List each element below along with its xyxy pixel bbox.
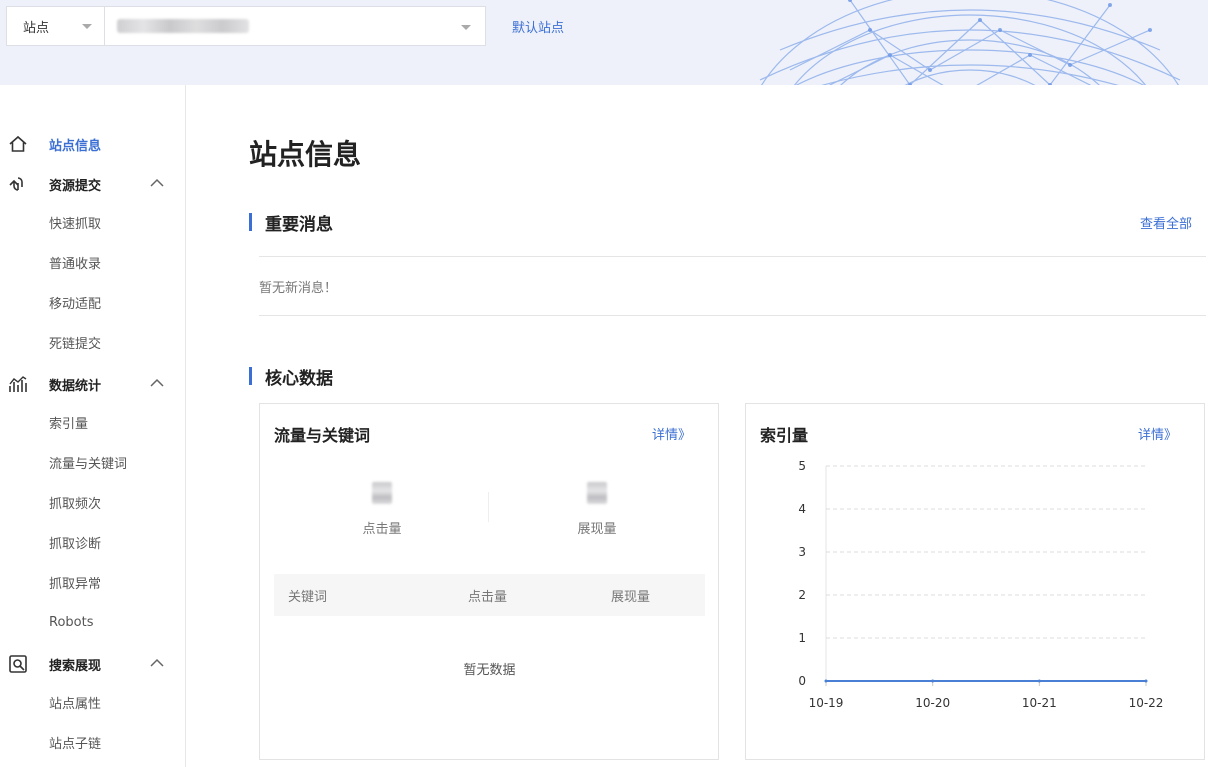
selector-type-label: 站点 xyxy=(23,20,50,36)
y-tick-label: 5 xyxy=(798,459,806,473)
data-point xyxy=(1144,679,1148,683)
table-header-row: 关键词 点击量 展现量 xyxy=(274,574,705,616)
impressions-label: 展现量 xyxy=(577,522,617,537)
sidebar-item-label: 死链提交 xyxy=(49,336,102,352)
sidebar-nav: 站点信息 资源提交 快速抓取 普通收录 移动适配 死链提交 数据统计 索引量 流… xyxy=(0,85,186,767)
index-volume-chart: 0 1 2 3 4 5 10-19 10-20 10-21 10-22 xyxy=(798,459,1164,710)
traffic-detail-link[interactable]: 详情》 xyxy=(652,424,691,443)
sidebar-group-search-display[interactable]: 搜索展现 xyxy=(0,644,185,684)
redacted-clicks-value xyxy=(372,482,392,504)
x-tick-label: 10-22 xyxy=(1129,696,1164,710)
x-tick-label: 10-19 xyxy=(809,696,844,710)
caret-down-icon xyxy=(82,24,92,29)
search-display-icon xyxy=(9,655,27,673)
column-header-keyword[interactable]: 关键词 xyxy=(288,586,327,605)
chevron-up-icon xyxy=(150,378,164,387)
selector-type-dropdown[interactable]: 站点 xyxy=(7,7,105,45)
sidebar-item-label: 站点属性 xyxy=(49,696,102,712)
sidebar-group-resource-submit[interactable]: 资源提交 xyxy=(0,164,185,204)
site-dropdown[interactable] xyxy=(105,7,485,45)
impressions-metric: 展现量 xyxy=(537,482,657,537)
y-tick-label: 4 xyxy=(798,502,806,516)
keywords-table: 关键词 点击量 展现量 暂无数据 xyxy=(274,574,705,678)
sidebar-item-traffic-keywords[interactable]: 流量与关键词 xyxy=(0,442,185,482)
sidebar-item-site-attributes[interactable]: 站点属性 xyxy=(0,682,185,722)
sidebar-item-label: 移动适配 xyxy=(49,296,102,312)
sidebar-item-site-info[interactable]: 站点信息 xyxy=(0,124,185,164)
clicks-label: 点击量 xyxy=(362,522,402,537)
top-header: 站点 默认站点 xyxy=(0,0,1208,85)
stats-icon xyxy=(9,376,27,392)
sidebar-item-index-volume[interactable]: 索引量 xyxy=(0,402,185,442)
sidebar-item-label: 流量与关键词 xyxy=(49,456,128,472)
sidebar-item-label: 站点子链 xyxy=(49,736,102,752)
metric-divider xyxy=(488,492,489,522)
section-title: 核心数据 xyxy=(265,368,333,389)
divider xyxy=(259,256,1206,257)
data-point xyxy=(824,679,828,683)
data-point xyxy=(931,679,935,683)
messages-empty-text: 暂无新消息！ xyxy=(259,281,338,296)
y-tick-label: 1 xyxy=(798,631,806,645)
sidebar-item-label: 数据统计 xyxy=(49,378,102,394)
link-submit-icon xyxy=(9,177,23,191)
sidebar-item-label: 索引量 xyxy=(49,416,89,432)
main-content: 站点信息 重要消息 查看全部 暂无新消息！ 核心数据 流量与关键词 详情》 点击… xyxy=(186,85,1208,767)
divider xyxy=(259,315,1206,316)
sidebar-item-label: 抓取频次 xyxy=(49,496,102,512)
sidebar-item-crawl-diagnosis[interactable]: 抓取诊断 xyxy=(0,522,185,562)
column-header-impressions[interactable]: 展现量 xyxy=(611,586,650,605)
chevron-up-icon xyxy=(150,658,164,667)
section-title: 重要消息 xyxy=(265,214,333,235)
sidebar-item-site-sublinks[interactable]: 站点子链 xyxy=(0,722,185,762)
traffic-keywords-card: 流量与关键词 详情》 点击量 展现量 关键词 点击量 展现量 暂无数据 xyxy=(259,403,719,760)
section-important-messages: 重要消息 xyxy=(249,212,333,235)
index-volume-card: 索引量 详情》 0 1 2 3 4 5 10-19 10-20 10-21 10-22 xyxy=(745,403,1205,760)
section-accent-bar xyxy=(249,213,252,231)
table-empty-text: 暂无数据 xyxy=(463,663,516,678)
sidebar-item-label: 抓取诊断 xyxy=(49,536,102,552)
clicks-metric: 点击量 xyxy=(322,482,442,537)
sidebar-item-label: 资源提交 xyxy=(49,178,102,194)
page-title: 站点信息 xyxy=(249,138,362,171)
sidebar-group-data-stats[interactable]: 数据统计 xyxy=(0,364,185,404)
section-accent-bar xyxy=(249,367,252,385)
redacted-site-url xyxy=(117,19,249,33)
globe-mesh-decoration xyxy=(759,0,1181,85)
caret-down-icon xyxy=(461,25,471,30)
sidebar-item-normal-index[interactable]: 普通收录 xyxy=(0,242,185,282)
sidebar-item-mobile-adapt[interactable]: 移动适配 xyxy=(0,282,185,322)
sidebar-item-robots[interactable]: Robots xyxy=(0,602,185,642)
x-tick-label: 10-21 xyxy=(1022,696,1057,710)
site-selector: 站点 xyxy=(6,6,486,46)
view-all-link[interactable]: 查看全部 xyxy=(1140,213,1192,232)
sidebar-item-label: 抓取异常 xyxy=(49,576,102,592)
sidebar-item-dead-link[interactable]: 死链提交 xyxy=(0,322,185,362)
data-point xyxy=(1037,679,1041,683)
home-icon xyxy=(9,135,27,152)
redacted-impressions-value xyxy=(587,482,607,504)
y-tick-label: 2 xyxy=(798,588,806,602)
sidebar-item-label: 站点信息 xyxy=(49,138,102,154)
sidebar-item-label: 快速抓取 xyxy=(49,216,102,232)
chevron-up-icon xyxy=(150,178,164,187)
y-tick-label: 0 xyxy=(798,674,806,688)
sidebar-item-label: 搜索展现 xyxy=(49,658,102,674)
sidebar-item-fast-crawl[interactable]: 快速抓取 xyxy=(0,202,185,242)
sidebar-item-label: 普通收录 xyxy=(49,256,102,272)
section-core-data: 核心数据 xyxy=(249,366,333,389)
sidebar-item-crawl-frequency[interactable]: 抓取频次 xyxy=(0,482,185,522)
y-tick-label: 3 xyxy=(798,545,806,559)
default-site-link[interactable]: 默认站点 xyxy=(512,17,564,36)
x-tick-label: 10-20 xyxy=(915,696,950,710)
column-header-clicks[interactable]: 点击量 xyxy=(468,586,507,605)
card-title: 流量与关键词 xyxy=(274,426,371,445)
sidebar-item-label: Robots xyxy=(49,614,94,630)
sidebar-item-crawl-errors[interactable]: 抓取异常 xyxy=(0,562,185,602)
